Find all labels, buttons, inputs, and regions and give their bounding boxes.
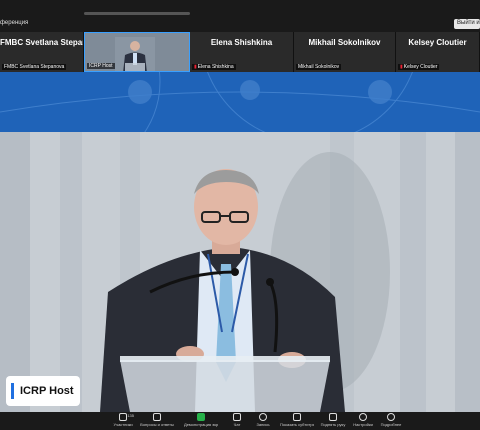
participant-label: ▮Elena Shishkina [192,64,236,70]
conference-title: ференция [0,20,29,26]
participant-label: Mikhail Sokolnikov [296,64,342,70]
window-top-bar: ференция Выйти из [0,0,480,32]
share-screen-icon [197,413,205,421]
gear-icon [359,413,367,421]
participant-name: Mikhail Sokolnikov [308,38,381,47]
participant-tile[interactable]: Elena Shishkina ▮Elena Shishkina [190,32,294,72]
participant-label: ▮Kelsey Cloutier [398,64,440,70]
record-icon [259,413,267,421]
leave-button[interactable]: Выйти из [454,19,480,29]
meeting-toolbar: 135 Участники Вопросы и ответы Демонстра… [0,412,480,430]
hand-icon [329,413,337,421]
record-button[interactable]: Запись [246,413,280,427]
raise-hand-button[interactable]: Поднять руку [316,413,350,427]
captions-button[interactable]: Показать субтитры [280,413,314,427]
speaker-accent-bar [11,383,14,399]
participant-tile-video[interactable]: ICRP Host [84,32,190,72]
share-screen-button[interactable]: Демонстрация экра... [184,413,218,427]
participant-tile[interactable]: Mikhail Sokolnikov Mikhail Sokolnikov [294,32,396,72]
participant-tile[interactable]: Kelsey Cloutier ▮Kelsey Cloutier [396,32,480,72]
mic-muted-icon: ▮ [400,64,403,70]
qa-icon [153,413,161,421]
participant-name: Kelsey Cloutier [408,38,467,47]
more-label: Подробнее [380,422,402,427]
more-icon [387,413,395,421]
more-button[interactable]: Подробнее [374,413,408,427]
participants-button[interactable]: 135 Участники [106,413,140,427]
record-label: Запись [256,422,270,427]
participant-name: Elena Shishkina [210,38,273,47]
participants-icon [119,413,127,421]
captions-icon [293,413,301,421]
share-screen-label: Демонстрация экра... [184,422,218,427]
mic-muted-icon: ▮ [194,64,197,70]
participant-tile[interactable]: FMBC Svetlana Stepano... FMBC Svetlana S… [0,32,84,72]
video-thumbnail [115,37,155,71]
speaker-video-frame [0,132,480,412]
participant-label: FMBC Svetlana Stepanova [2,64,67,70]
chat-icon [233,413,241,421]
raise-hand-label: Поднять руку [320,422,346,427]
participant-label: ICRP Host [87,63,115,69]
captions-label: Показать субтитры [280,422,314,427]
participants-label: Участники [113,422,133,427]
gallery-scrollbar[interactable] [84,12,190,15]
banner-decoration [0,72,480,132]
active-speaker-label: ICRP Host [6,376,80,406]
stage-banner [0,72,480,132]
gallery-strip: FMBC Svetlana Stepano... FMBC Svetlana S… [0,32,480,72]
active-speaker-name: ICRP Host [20,385,74,397]
qa-label: Вопросы и ответы [140,422,174,427]
participant-name: FMBC Svetlana Stepano... [0,38,83,47]
participant-count: 135 [127,413,134,418]
qa-button[interactable]: Вопросы и ответы [140,413,174,427]
main-video [0,132,480,412]
